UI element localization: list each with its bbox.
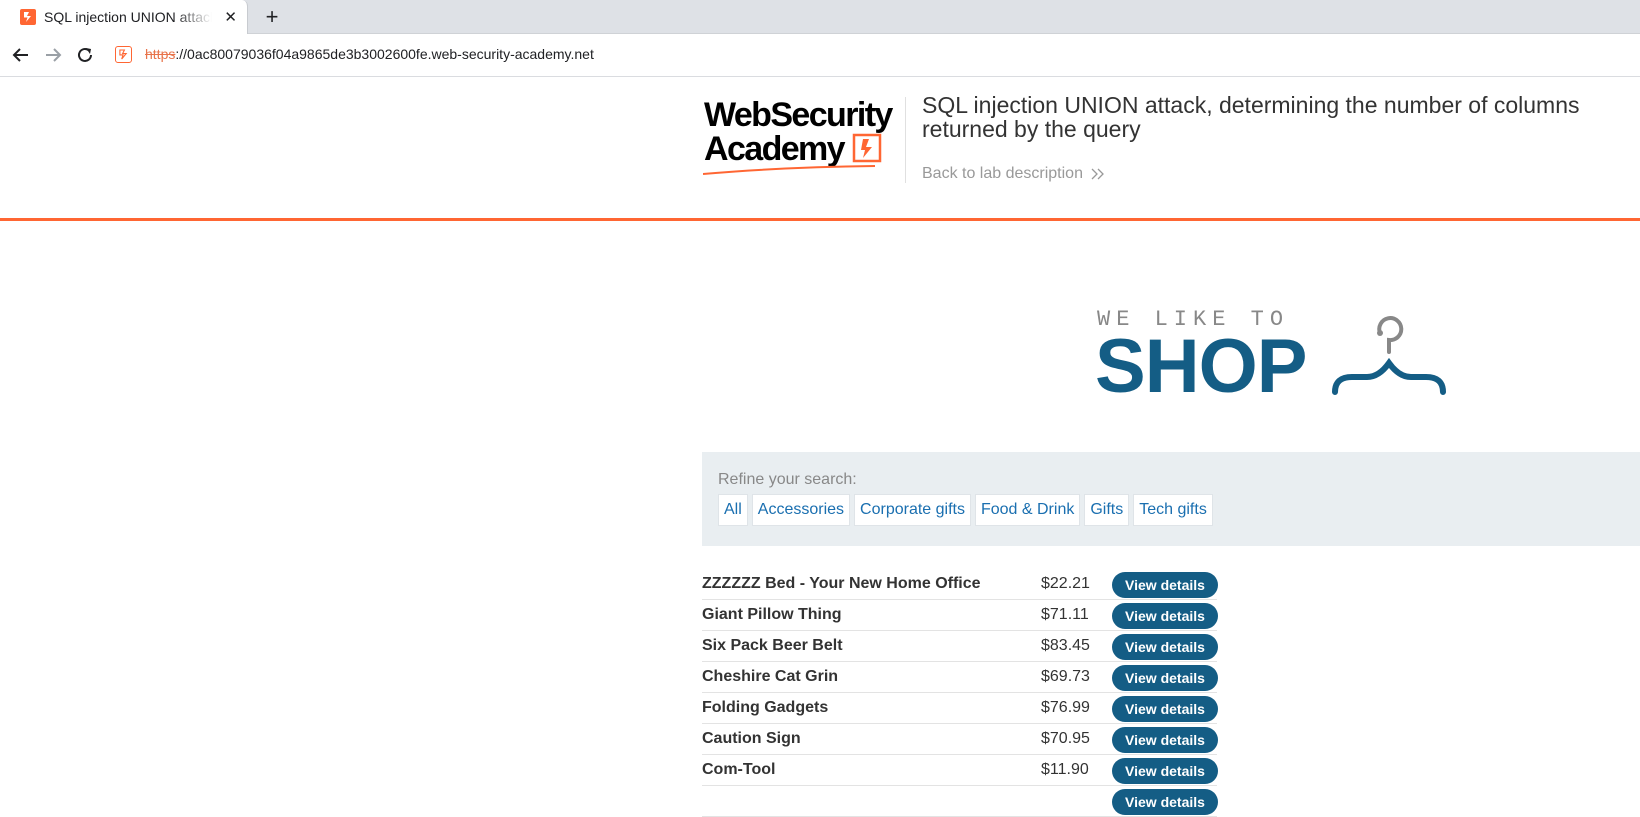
table-row: Com-Tool $11.90 View details [702, 755, 1218, 786]
bolt-icon [20, 9, 36, 25]
product-price: $69.73 [1041, 668, 1090, 685]
view-details-button[interactable]: View details [1112, 603, 1218, 629]
product-name: Giant Pillow Thing [702, 606, 842, 623]
filter-list: All Accessories Corporate gifts Food & D… [718, 494, 1213, 526]
back-link-label: Back to lab description [922, 165, 1083, 182]
table-row: ZZZZZZ Bed - Your New Home Office $22.21… [702, 569, 1218, 600]
forward-arrow-icon[interactable] [42, 44, 64, 66]
filter-gifts[interactable]: Gifts [1084, 494, 1130, 526]
product-name: ZZZZZZ Bed - Your New Home Office [702, 575, 981, 592]
view-details-button[interactable]: View details [1112, 696, 1218, 722]
shop-banner-title: SHOP [1095, 324, 1307, 409]
filter-accessories[interactable]: Accessories [751, 494, 851, 526]
product-price: $11.90 [1041, 761, 1089, 778]
url-field[interactable]: https://0ac80079036f04a9865de3b3002600fe… [145, 46, 594, 62]
view-details-button[interactable]: View details [1112, 634, 1218, 660]
reload-icon[interactable] [74, 44, 96, 66]
view-details-button[interactable]: View details [1112, 758, 1218, 784]
header-divider [905, 97, 906, 183]
table-row: Caution Sign $70.95 View details [702, 724, 1218, 755]
filter-tech-gifts[interactable]: Tech gifts [1133, 494, 1213, 526]
product-price: $70.95 [1041, 730, 1090, 747]
site-info-icon[interactable] [115, 46, 132, 63]
url-scheme: https [145, 46, 176, 62]
url-host: ://0ac80079036f04a9865de3b3002600fe.web-… [175, 46, 594, 62]
product-name: Six Pack Beer Belt [702, 637, 843, 654]
table-row: Folding Gadgets $76.99 View details [702, 693, 1218, 724]
bolt-icon [852, 133, 882, 163]
view-details-button[interactable]: View details [1112, 665, 1218, 691]
back-arrow-icon[interactable] [10, 44, 32, 66]
web-security-academy-logo[interactable]: WebSecurity Academy [703, 97, 893, 177]
tab-title: SQL injection UNION attack, determining … [44, 9, 212, 25]
back-to-lab-description-link[interactable]: Back to lab description [922, 165, 1105, 183]
product-price: $83.45 [1041, 637, 1090, 654]
product-table: ZZZZZZ Bed - Your New Home Office $22.21… [702, 569, 1218, 817]
product-name: Folding Gadgets [702, 699, 829, 716]
product-name: Com-Tool [702, 761, 776, 778]
close-icon[interactable]: ✕ [224, 8, 237, 26]
logo-line2: Academy [704, 130, 846, 168]
filter-corporate-gifts[interactable]: Corporate gifts [854, 494, 971, 526]
view-details-button[interactable]: View details [1112, 572, 1218, 598]
lab-title: SQL injection UNION attack, determining … [922, 92, 1580, 142]
page-content: WebSecurity Academy SQL injection UNION … [0, 77, 1640, 817]
double-chevron-right-icon [1091, 168, 1104, 180]
product-name: Caution Sign [702, 730, 801, 747]
filter-label: Refine your search: [718, 471, 857, 488]
new-tab-icon[interactable]: + [260, 4, 284, 30]
filter-food-drink[interactable]: Food & Drink [974, 494, 1081, 526]
table-row: Giant Pillow Thing $71.11 View details [702, 600, 1218, 631]
table-row: Six Pack Beer Belt $83.45 View details [702, 631, 1218, 662]
hanger-icon [1332, 316, 1446, 395]
product-price: $76.99 [1041, 699, 1090, 716]
filter-all[interactable]: All [718, 494, 748, 526]
table-row: View details [702, 786, 1218, 817]
view-details-button[interactable]: View details [1112, 727, 1218, 753]
shop-banner: WE LIKE TO SHOP [1095, 307, 1455, 407]
filter-panel: Refine your search: All Accessories Corp… [702, 452, 1640, 546]
logo-line1: WebSecurity [704, 96, 893, 134]
product-name: Cheshire Cat Grin [702, 668, 839, 685]
product-price: $71.11 [1041, 606, 1089, 623]
browser-tabbar: SQL injection UNION attack, determining … [0, 0, 1640, 34]
browser-tab[interactable]: SQL injection UNION attack, determining … [0, 0, 248, 34]
browser-toolbar: https://0ac80079036f04a9865de3b3002600fe… [0, 34, 1640, 77]
logo-underline [703, 165, 876, 175]
product-price: $22.21 [1041, 575, 1090, 592]
lab-header: WebSecurity Academy SQL injection UNION … [0, 77, 1640, 221]
table-row: Cheshire Cat Grin $69.73 View details [702, 662, 1218, 693]
